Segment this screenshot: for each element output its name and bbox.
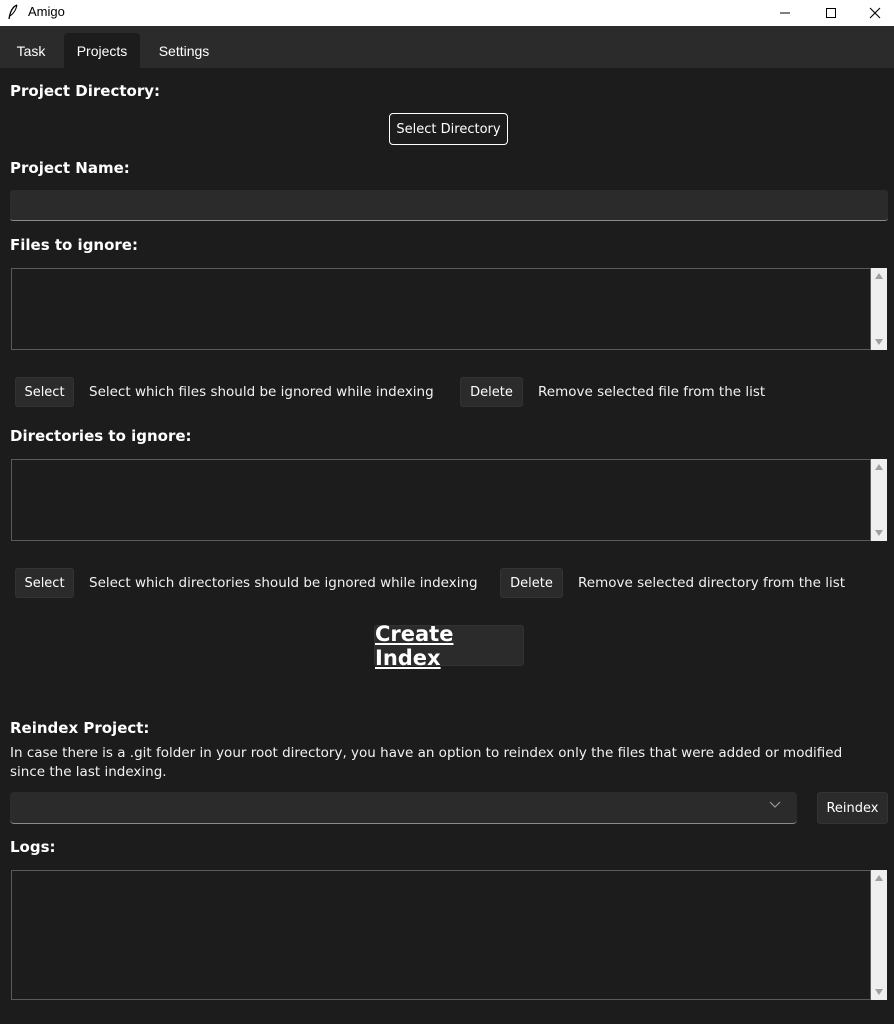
close-button[interactable]	[852, 0, 894, 26]
project-name-input[interactable]	[10, 190, 888, 221]
files-to-ignore-list[interactable]	[11, 268, 871, 350]
scroll-up-icon[interactable]	[871, 870, 887, 886]
project-name-label: Project Name:	[10, 159, 130, 177]
logs-textbox[interactable]	[11, 870, 871, 1000]
scroll-down-icon[interactable]	[871, 334, 887, 350]
chevron-down-icon	[769, 801, 781, 808]
select-files-button[interactable]: Select	[15, 377, 74, 407]
select-files-description: Select which files should be ignored whi…	[89, 384, 434, 400]
directories-to-ignore-list[interactable]	[11, 459, 871, 541]
tab-bar: Task Projects Settings	[0, 26, 894, 68]
reindex-description: In case there is a .git folder in your r…	[10, 745, 843, 780]
project-directory-label: Project Directory:	[10, 82, 160, 100]
maximize-button[interactable]	[808, 0, 854, 26]
maximize-icon	[826, 8, 836, 18]
close-icon	[869, 7, 881, 19]
directories-list-scrollbar[interactable]	[871, 459, 887, 541]
tab-task[interactable]: Task	[0, 33, 62, 68]
scroll-up-icon[interactable]	[871, 459, 887, 475]
scroll-down-icon[interactable]	[871, 984, 887, 1000]
logs-label: Logs:	[10, 838, 56, 856]
minimize-icon	[780, 12, 790, 14]
delete-file-description: Remove selected file from the list	[538, 384, 766, 400]
title-bar: Amigo	[0, 0, 894, 26]
files-list-scrollbar[interactable]	[871, 268, 887, 350]
tab-settings[interactable]: Settings	[146, 33, 222, 68]
tab-projects[interactable]: Projects	[64, 33, 140, 68]
select-directories-description: Select which directories should be ignor…	[89, 575, 478, 591]
delete-directory-description: Remove selected directory from the list	[578, 575, 846, 591]
delete-file-button[interactable]: Delete	[460, 377, 523, 407]
delete-directory-button[interactable]: Delete	[500, 568, 563, 598]
reindex-project-label: Reindex Project:	[10, 719, 150, 737]
scroll-up-icon[interactable]	[871, 268, 887, 284]
feather-icon	[8, 4, 18, 20]
reindex-project-select[interactable]	[10, 792, 797, 824]
logs-scrollbar[interactable]	[871, 870, 887, 1000]
minimize-button[interactable]	[762, 0, 808, 26]
window-title: Amigo	[28, 4, 65, 19]
select-directories-button[interactable]: Select	[15, 568, 74, 598]
directories-to-ignore-label: Directories to ignore:	[10, 427, 192, 445]
scroll-down-icon[interactable]	[871, 525, 887, 541]
select-directory-button[interactable]: Select Directory	[389, 113, 508, 145]
create-index-button[interactable]: Create Index	[374, 622, 524, 670]
files-to-ignore-label: Files to ignore:	[10, 236, 138, 254]
reindex-button[interactable]: Reindex	[817, 792, 888, 824]
